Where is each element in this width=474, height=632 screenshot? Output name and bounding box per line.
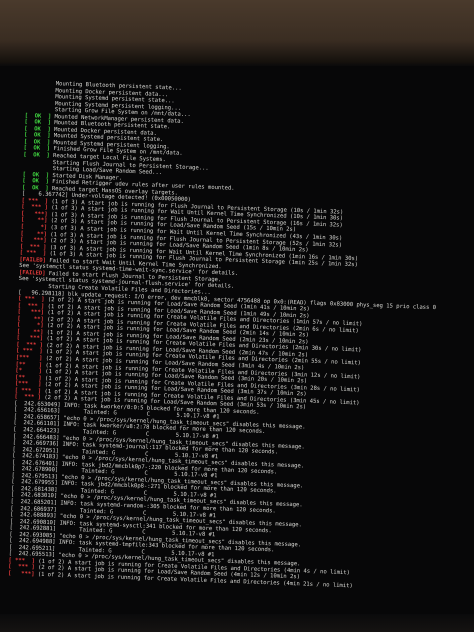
boot-console: Mounting Bluetooth persistent state... M… xyxy=(8,80,470,593)
status-spinner: [ ***] xyxy=(7,570,35,578)
monitor-bezel xyxy=(0,614,474,632)
monitor-screen: Mounting Bluetooth persistent state... M… xyxy=(0,66,474,632)
